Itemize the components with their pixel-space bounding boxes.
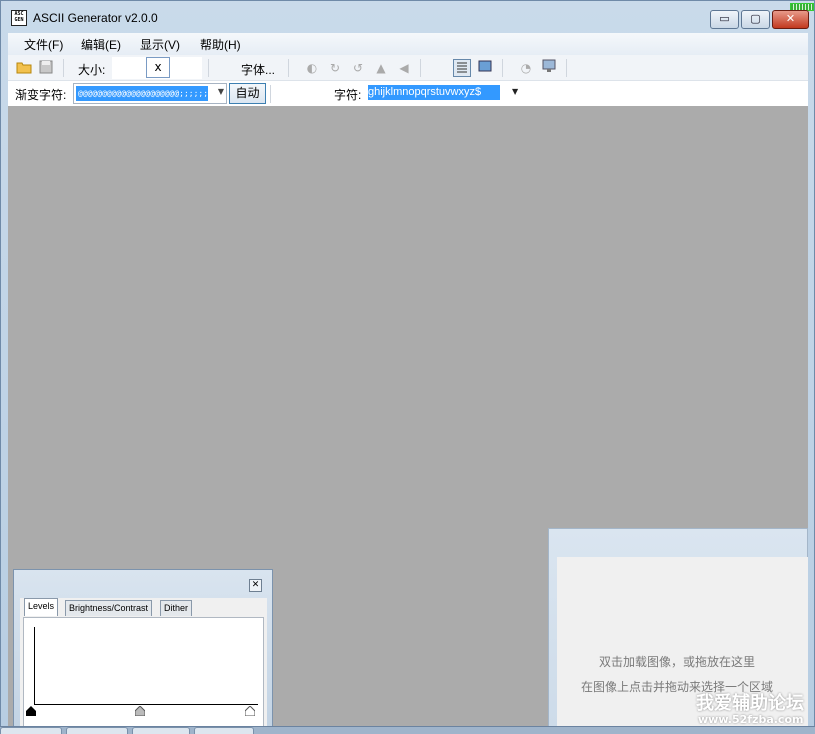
invert-icon[interactable]: ◐ [303, 59, 321, 77]
tab-levels[interactable]: Levels [24, 598, 59, 616]
character-toolbar: 渐变字符: @@@@@@@@@@@@@@@@@@@@@;;;;;;;;;;;;;… [8, 81, 808, 106]
separator [270, 85, 271, 103]
taskbar-button[interactable] [132, 727, 190, 734]
maximize-button[interactable]: ▢ [741, 10, 770, 29]
maximize-icon: ▢ [750, 12, 761, 25]
minimize-button[interactable]: ▭ [710, 10, 739, 29]
chevron-down-icon: ▼ [512, 87, 519, 96]
separator [502, 59, 503, 77]
zoom-icon[interactable]: ◔ [517, 59, 535, 77]
gradient-label: 渐变字符: [15, 88, 67, 102]
chars-label: 字符: [334, 88, 362, 102]
chevron-down-icon: ▼ [217, 87, 224, 96]
flip-vertical-icon[interactable]: ▲ [372, 59, 390, 77]
histogram-axis-y [34, 627, 35, 705]
drop-hint: 双击加载图像，或拖放在这里 [598, 655, 755, 669]
close-icon: ✕ [785, 12, 796, 25]
flip-horizontal-icon[interactable]: ◀ [395, 59, 413, 77]
taskbar-button[interactable] [66, 727, 128, 734]
tab-dither[interactable]: Dither [160, 600, 193, 616]
white-point-slider[interactable] [245, 706, 255, 716]
app-icon: ASC GEN [11, 10, 27, 26]
histogram [23, 617, 264, 731]
save-icon[interactable] [37, 59, 55, 77]
close-button[interactable]: ✕ [772, 10, 809, 29]
chars-value: ghijklmnopqrstuvwxyz$ [368, 85, 500, 100]
taskbar-button[interactable] [194, 727, 254, 734]
chars-dropdown[interactable]: ghijklmnopqrstuvwxyz$ ▼ [366, 83, 524, 104]
size-label: 大小: [78, 63, 106, 77]
monitor-icon[interactable] [540, 59, 558, 77]
image-view-icon[interactable] [476, 59, 494, 77]
main-toolbar: 大小: x 字体... ◐ ↻ ↺ ▲ ◀ ◔ [8, 55, 808, 81]
black-point-slider[interactable] [26, 706, 36, 716]
histogram-axis-x [34, 704, 258, 705]
watermark-logo: 我爱辅助论坛 [696, 693, 804, 714]
rotate-back-icon[interactable]: ↺ [349, 59, 367, 77]
gradient-chars-value: @@@@@@@@@@@@@@@@@@@@@;;;;;;;;;;;;;;;;;;;… [76, 86, 208, 101]
separator [208, 59, 209, 77]
levels-panel: ✕ Levels Brightness/Contrast Dither [13, 569, 273, 731]
menu-view[interactable]: 显示(V) [140, 36, 180, 53]
font-button[interactable]: 字体... [241, 61, 275, 78]
open-folder-icon[interactable] [15, 59, 33, 77]
size-height-input[interactable]: x [146, 57, 170, 78]
separator [63, 59, 64, 77]
menu-help[interactable]: 帮助(H) [200, 36, 241, 53]
tab-brightness-contrast[interactable]: Brightness/Contrast [65, 600, 153, 616]
gradient-chars-dropdown[interactable]: @@@@@@@@@@@@@@@@@@@@@;;;;;;;;;;;;;;;;;;;… [73, 83, 227, 104]
text-view-icon[interactable] [453, 59, 471, 77]
taskbar-button[interactable] [0, 727, 62, 734]
menu-file[interactable]: 文件(F) [24, 36, 63, 53]
separator [420, 59, 421, 77]
menu-bar: 文件(F) 编辑(E) 显示(V) 帮助(H) [8, 33, 808, 55]
menu-edit[interactable]: 编辑(E) [81, 36, 121, 53]
close-icon[interactable]: ✕ [249, 579, 262, 592]
app-window: ASC GEN ASCII Generator v2.0.0 ▭ ▢ ✕ 文件(F… [0, 0, 815, 734]
levels-body: Levels Brightness/Contrast Dither [20, 598, 267, 731]
rotate-icon[interactable]: ↻ [326, 59, 344, 77]
window-title: ASCII Generator v2.0.0 [33, 11, 158, 25]
title-bar[interactable]: ASC GEN ASCII Generator v2.0.0 ▭ ▢ ✕ [1, 1, 814, 33]
auto-button[interactable]: 自动 [229, 83, 266, 104]
separator [566, 59, 567, 77]
separator [288, 59, 289, 77]
minimize-icon: ▭ [719, 12, 730, 25]
watermark-url: www.52fzba.com [698, 713, 804, 726]
midtone-slider[interactable] [135, 706, 145, 716]
